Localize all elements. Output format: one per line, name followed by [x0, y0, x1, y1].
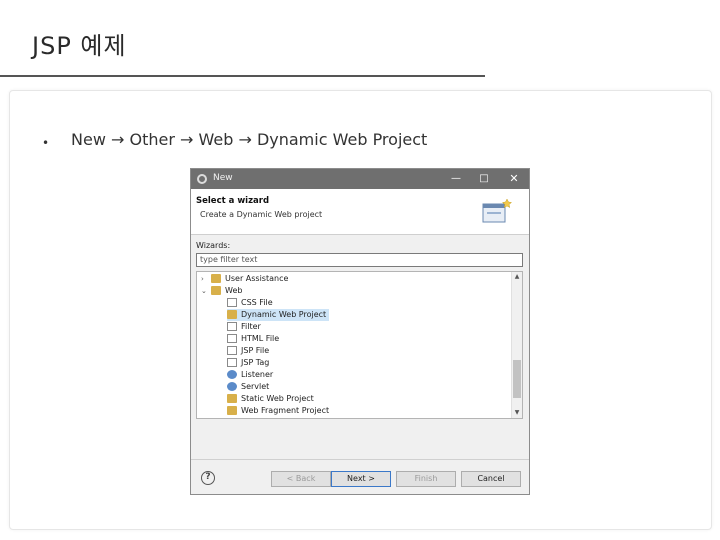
tree-item-label: User Assistance — [225, 274, 289, 283]
tree-item-servlet[interactable]: Servlet — [227, 381, 269, 393]
tree-item-label: JSP File — [241, 346, 270, 355]
folder-icon — [211, 286, 221, 295]
tree-item-label: Servlet — [241, 382, 270, 391]
tree-item-web[interactable]: ⌄ Web — [201, 285, 242, 297]
tree-item-label: CSS File — [241, 298, 273, 307]
file-icon — [227, 346, 237, 355]
tree-item-label: HTML File — [241, 334, 280, 343]
banner-title: Select a wizard — [196, 196, 270, 206]
cancel-button[interactable]: Cancel — [461, 471, 521, 487]
tree-item-dynamic-web-project[interactable]: Dynamic Web Project — [227, 309, 330, 321]
tree-item-label: Web — [225, 286, 243, 295]
file-icon — [227, 334, 237, 343]
gear-icon — [227, 382, 237, 391]
collapse-icon[interactable]: ⌄ — [201, 285, 211, 297]
tree-item-label: Filter — [241, 322, 261, 331]
dialog-titlebar: New — □ ✕ — [191, 169, 529, 189]
filter-input[interactable]: type filter text — [196, 253, 523, 267]
back-button[interactable]: < Back — [271, 471, 331, 487]
scroll-up-icon[interactable]: ▲ — [512, 272, 522, 282]
finish-button[interactable]: Finish — [396, 471, 456, 487]
expand-icon[interactable]: › — [201, 273, 211, 285]
tree-item-label: JSP Tag — [241, 358, 270, 367]
tree-scrollbar[interactable]: ▲ ▼ — [511, 272, 522, 418]
tree-item-css-file[interactable]: CSS File — [227, 297, 273, 309]
project-icon — [227, 310, 237, 319]
tree-item-label: Dynamic Web Project — [241, 310, 327, 319]
file-icon — [227, 298, 237, 307]
tree-item-user-assistance[interactable]: › User Assistance — [201, 273, 288, 285]
maximize-button[interactable]: □ — [473, 171, 495, 187]
minimize-button[interactable]: — — [445, 171, 467, 187]
wizard-banner: Select a wizard Create a Dynamic Web pro… — [191, 189, 529, 235]
new-wizard-dialog: New — □ ✕ Select a wizard Create a Dynam… — [190, 168, 530, 495]
file-icon — [227, 358, 237, 367]
close-button[interactable]: ✕ — [503, 171, 525, 187]
tree-item-jsp-file[interactable]: JSP File — [227, 345, 269, 357]
scroll-thumb[interactable] — [513, 360, 521, 398]
help-icon[interactable]: ? — [201, 471, 215, 485]
tree-item-filter[interactable]: Filter — [227, 321, 261, 333]
tree-item-listener[interactable]: Listener — [227, 369, 273, 381]
banner-description: Create a Dynamic Web project — [200, 210, 323, 219]
tree-item-jsp-tag[interactable]: JSP Tag — [227, 357, 269, 369]
gear-icon — [227, 370, 237, 379]
eclipse-icon — [197, 174, 207, 184]
wizards-label: Wizards: — [196, 241, 231, 250]
footer-separator — [191, 459, 529, 460]
wizard-banner-icon — [482, 198, 513, 223]
tree-item-web-fragment-project[interactable]: Web Fragment Project — [227, 405, 329, 417]
bullet-text: New → Other → Web → Dynamic Web Project — [71, 130, 428, 149]
next-button[interactable]: Next > — [331, 471, 391, 487]
slide-title: JSP 예제 — [32, 32, 127, 60]
tree-item-html-file[interactable]: HTML File — [227, 333, 279, 345]
bullet-marker: • — [42, 136, 50, 150]
dialog-title: New — [213, 173, 233, 183]
tree-item-static-web-project[interactable]: Static Web Project — [227, 393, 314, 405]
file-icon — [227, 322, 237, 331]
title-divider — [0, 75, 485, 77]
folder-icon — [211, 274, 221, 283]
tree-item-label: Static Web Project — [241, 394, 314, 403]
wizard-tree: › User Assistance ⌄ Web CSS File Dynamic W… — [196, 271, 523, 419]
project-icon — [227, 394, 237, 403]
tree-item-label: Listener — [241, 370, 274, 379]
scroll-down-icon[interactable]: ▼ — [512, 408, 522, 418]
tree-item-label: Web Fragment Project — [241, 406, 330, 415]
project-icon — [227, 406, 237, 415]
